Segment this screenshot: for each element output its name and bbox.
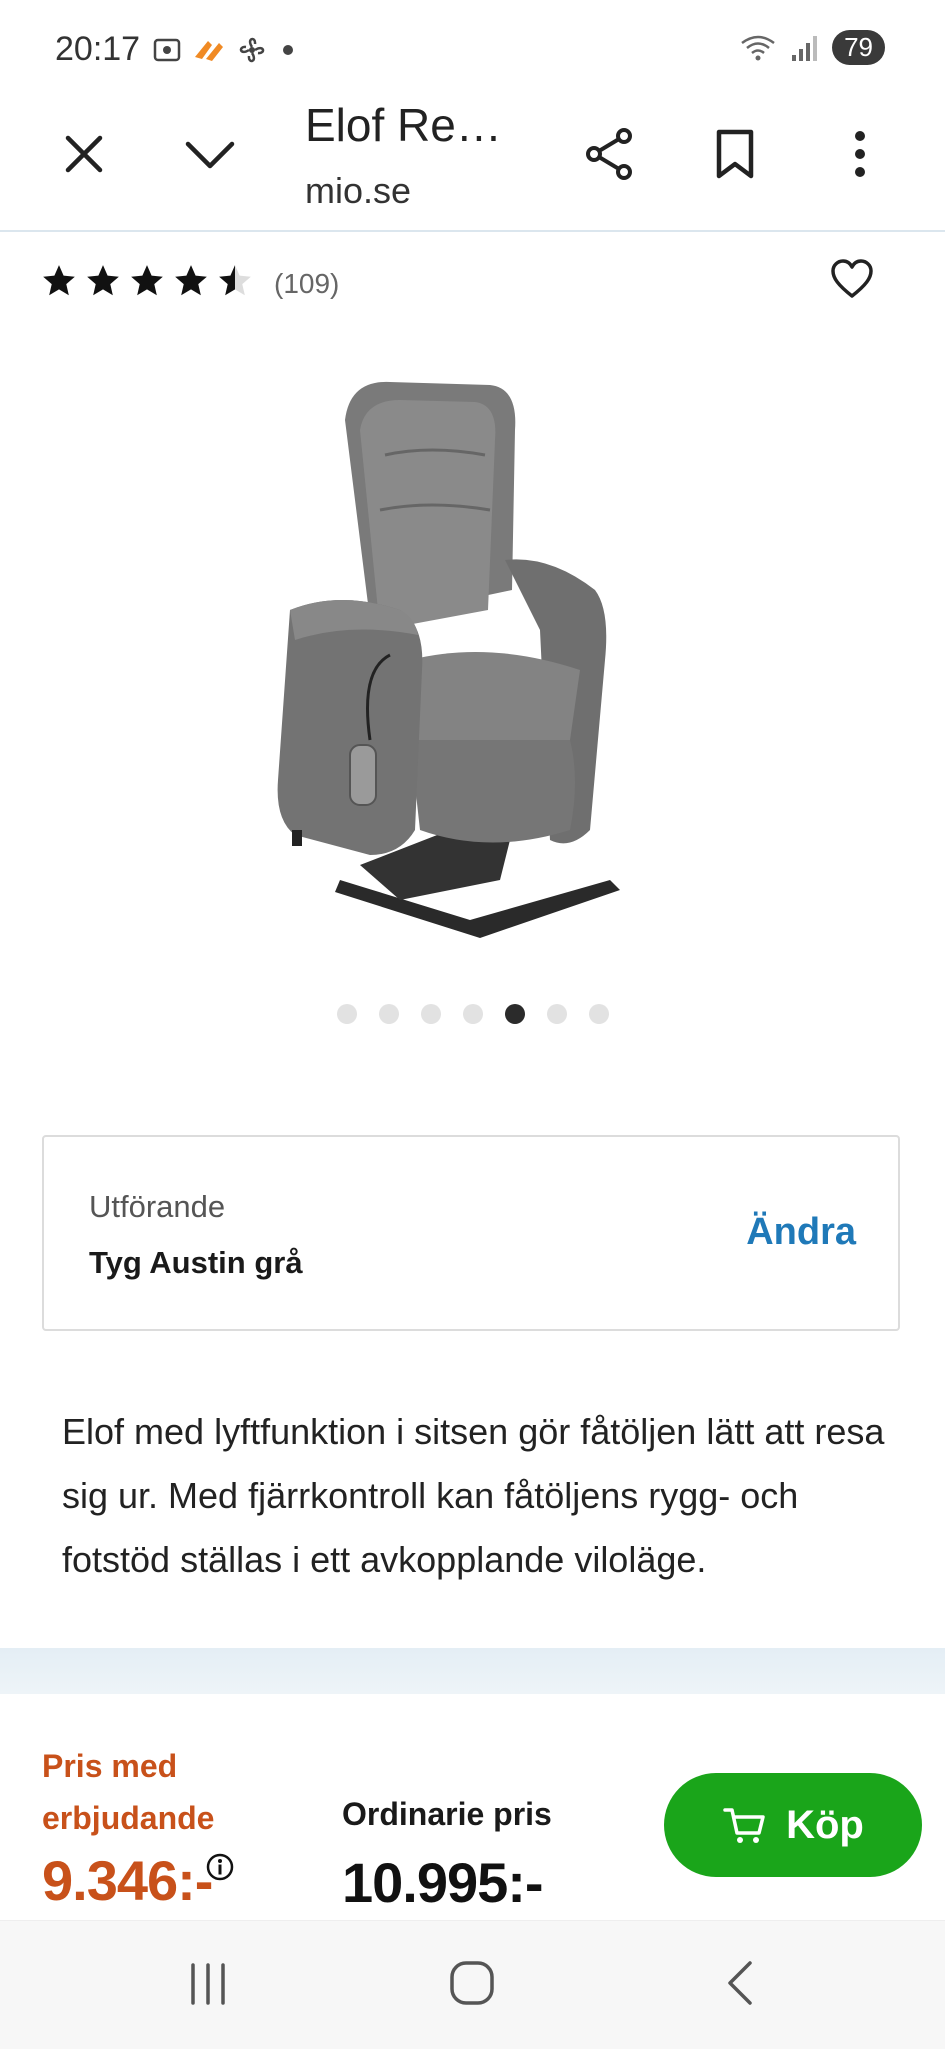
ordinary-price: 10.995:- <box>342 1851 544 1914</box>
variant-selector[interactable]: Utförande Tyg Austin grå Ändra <box>42 1135 900 1331</box>
close-icon <box>65 135 103 173</box>
share-button[interactable] <box>570 114 650 194</box>
wifi-icon <box>741 35 775 60</box>
carousel-dot[interactable] <box>588 1004 609 1024</box>
carousel-dot[interactable] <box>336 1004 357 1024</box>
offer-label-line1: Pris med <box>42 1748 178 1784</box>
carousel-indicator <box>0 1004 945 1024</box>
close-button[interactable] <box>44 114 124 194</box>
price-info-button[interactable] <box>205 1852 235 1887</box>
offer-label-line2: erbjudande <box>42 1800 215 1836</box>
product-description: Elof med lyftfunktion i sitsen gör fåtöl… <box>62 1411 885 1580</box>
heart-icon <box>831 259 873 298</box>
carousel-dot[interactable] <box>462 1004 483 1024</box>
offer-price: 9.346:- <box>42 1849 213 1912</box>
home-button[interactable] <box>448 1959 496 2012</box>
recent-apps-button[interactable] <box>185 1961 231 2012</box>
rating-stars[interactable] <box>40 262 254 300</box>
carousel-dot[interactable] <box>420 1004 441 1024</box>
buy-button-label: Köp <box>786 1802 864 1847</box>
dot-icon <box>283 45 293 55</box>
status-right: 79 <box>738 30 885 65</box>
buy-button[interactable]: Köp <box>664 1773 922 1877</box>
star-full-icon <box>43 265 75 296</box>
carousel-dot[interactable] <box>546 1004 567 1024</box>
home-icon <box>450 1961 494 2005</box>
app-notification-icon <box>195 41 223 61</box>
star-full-icon <box>131 265 163 296</box>
share-icon <box>586 128 632 180</box>
chevron-down-icon <box>185 141 235 169</box>
bookmark-icon <box>716 129 754 179</box>
signal-icon <box>792 35 818 61</box>
page-title: Elof Re… <box>305 99 502 151</box>
back-icon <box>728 1961 752 2005</box>
minimize-button[interactable] <box>170 114 250 194</box>
system-navigation-bar <box>0 1920 945 2049</box>
bookmark-button[interactable] <box>695 114 775 194</box>
screenshot-icon <box>153 38 181 62</box>
star-full-icon <box>175 265 207 296</box>
change-variant-link[interactable]: Ändra <box>746 1211 856 1254</box>
product-image[interactable] <box>250 360 690 950</box>
star-half-icon <box>219 265 251 296</box>
info-icon <box>206 1853 234 1881</box>
status-notification-icons <box>152 34 298 66</box>
variant-label: Utförande <box>89 1189 226 1224</box>
section-divider <box>0 1648 945 1694</box>
ordinary-price-label: Ordinarie pris <box>342 1796 552 1832</box>
variant-value: Tyg Austin grå <box>89 1245 303 1280</box>
star-full-icon <box>87 265 119 296</box>
cart-icon <box>723 1808 765 1843</box>
favorite-button[interactable] <box>830 258 874 305</box>
more-options-button[interactable] <box>820 114 900 194</box>
recent-apps-icon <box>191 1963 225 2005</box>
status-bar: 20:17 79 <box>0 0 945 100</box>
back-button[interactable] <box>722 1959 758 2012</box>
battery-indicator: 79 <box>832 30 885 65</box>
fan-icon <box>239 37 265 63</box>
page-domain: mio.se <box>305 170 412 211</box>
offer-price-label: Pris med erbjudande <box>42 1740 214 1844</box>
more-vert-icon <box>855 131 865 177</box>
status-time: 20:17 <box>55 30 141 68</box>
carousel-dot[interactable] <box>378 1004 399 1024</box>
carousel-dot-active[interactable] <box>504 1004 525 1024</box>
review-count[interactable]: (109) <box>274 268 339 300</box>
